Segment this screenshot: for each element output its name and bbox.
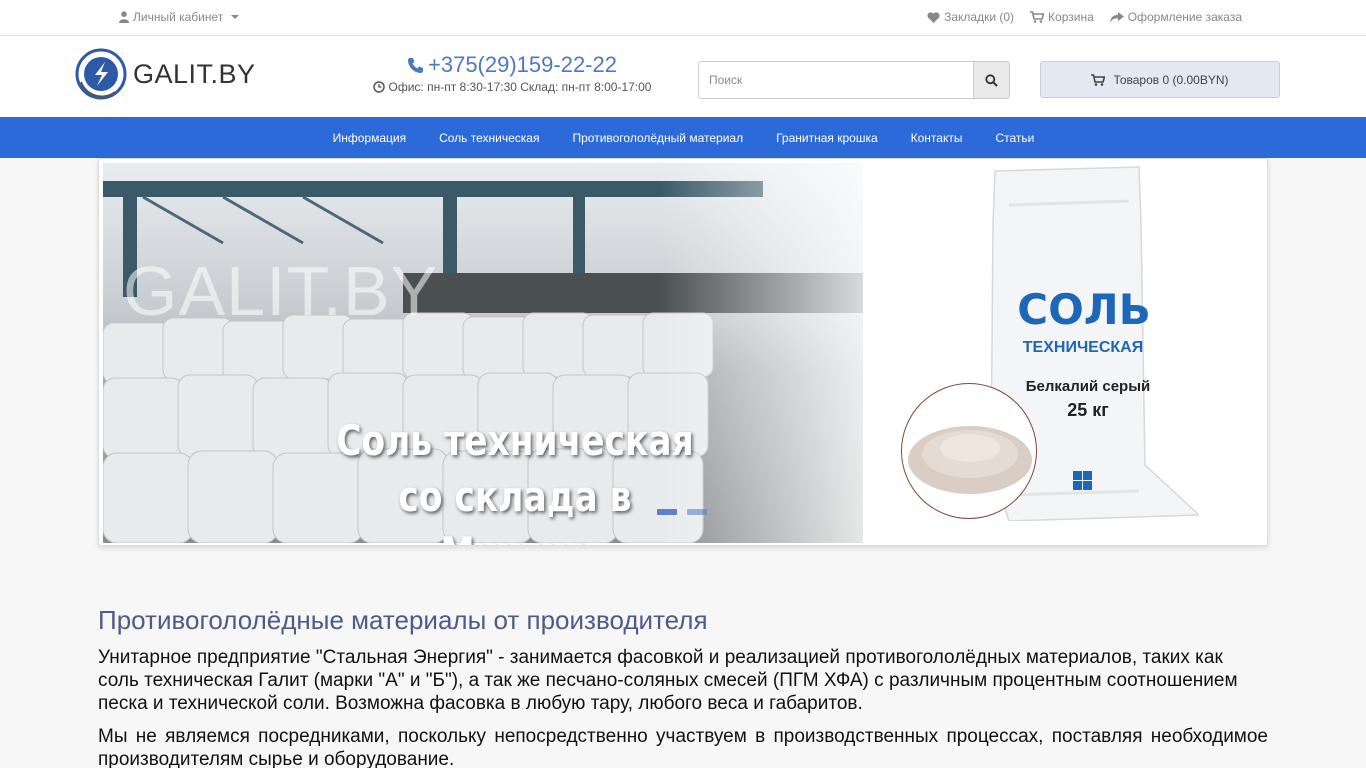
slider-dot-2[interactable] <box>687 509 707 515</box>
account-dropdown[interactable]: Личный кабинет <box>119 10 240 24</box>
caret-down-icon <box>231 15 240 19</box>
heart-icon <box>927 11 940 23</box>
top-bar: Личный кабинет Закладки (0) Корзина Офор… <box>0 0 1366 36</box>
header: GALIT.BY +375(29)159-22-22 Офис: пн-пт 8… <box>0 36 1366 117</box>
menu-item-anti-ice[interactable]: Противогололёдный материал <box>555 131 759 145</box>
menu-item-articles[interactable]: Статьи <box>978 131 1050 145</box>
cart-label: Корзина <box>1048 10 1094 24</box>
search-form <box>698 61 1010 99</box>
logo-mark-icon <box>75 48 127 100</box>
cart-icon <box>1091 73 1106 86</box>
user-icon <box>119 11 129 23</box>
checkout-link[interactable]: Оформление заказа <box>1109 10 1242 24</box>
salt-closeup-image <box>901 383 1037 519</box>
main-menu: Информация Соль техническая Противоголол… <box>0 117 1366 158</box>
main-content: Противогололёдные материалы от производи… <box>98 600 1268 768</box>
banner-watermark: GALIT.BY <box>123 252 439 330</box>
logo-text: GALIT.BY <box>133 58 256 89</box>
banner-slogan: Соль техническая со склада в Минске <box>335 413 696 545</box>
hours-text: Офис: пн-пт 8:30-17:30 Склад: пн-пт 8:00… <box>388 80 652 94</box>
phone-number: +375(29)159-22-22 <box>428 52 617 77</box>
banner-fade <box>659 163 919 543</box>
second-paragraph: Мы не являемся посредниками, поскольку н… <box>98 726 1268 768</box>
search-icon <box>985 73 998 87</box>
working-hours: Офис: пн-пт 8:30-17:30 Склад: пн-пт 8:00… <box>372 80 652 94</box>
contact-block: +375(29)159-22-22 Офис: пн-пт 8:30-17:30… <box>372 52 652 94</box>
menu-item-granite[interactable]: Гранитная крошка <box>759 131 894 145</box>
cart-link[interactable]: Корзина <box>1030 10 1094 24</box>
slogan-line-1: Соль техническая <box>336 416 694 465</box>
share-icon <box>1109 11 1124 23</box>
menu-item-technical-salt[interactable]: Соль техническая <box>422 131 555 145</box>
search-input[interactable] <box>698 61 974 99</box>
bookmarks-label: Закладки (0) <box>944 10 1015 24</box>
site-logo[interactable]: GALIT.BY <box>75 48 256 100</box>
page-heading: Противогололёдные материалы от производи… <box>98 605 708 635</box>
search-button[interactable] <box>974 61 1010 99</box>
bag-title: СОЛЬ <box>1017 285 1151 334</box>
cart-summary: Товаров 0 (0.00BYN) <box>1113 72 1229 87</box>
banner-slider[interactable]: GALIT.BY Соль техническая со склада в Ми… <box>98 158 1268 546</box>
slider-dot-1[interactable] <box>657 509 677 515</box>
cart-icon <box>1030 11 1045 23</box>
clock-icon <box>372 81 385 93</box>
checkout-label: Оформление заказа <box>1127 10 1242 24</box>
slogan-line-2: со склада в Минске <box>398 472 632 545</box>
phone-link[interactable]: +375(29)159-22-22 <box>372 52 652 78</box>
phone-icon <box>408 57 423 73</box>
menu-item-info[interactable]: Информация <box>316 131 422 145</box>
bookmarks-link[interactable]: Закладки (0) <box>927 10 1014 24</box>
cart-button[interactable]: Товаров 0 (0.00BYN) <box>1040 61 1280 98</box>
menu-item-contacts[interactable]: Контакты <box>894 131 979 145</box>
account-label: Личный кабинет <box>133 10 224 24</box>
bag-brand: Белкалий серый <box>1025 378 1151 395</box>
bag-subtitle: ТЕХНИЧЕСКАЯ <box>1022 339 1144 356</box>
slider-pagination <box>657 509 707 515</box>
intro-paragraph: Унитарное предприятие "Стальная Энергия"… <box>98 647 1238 714</box>
